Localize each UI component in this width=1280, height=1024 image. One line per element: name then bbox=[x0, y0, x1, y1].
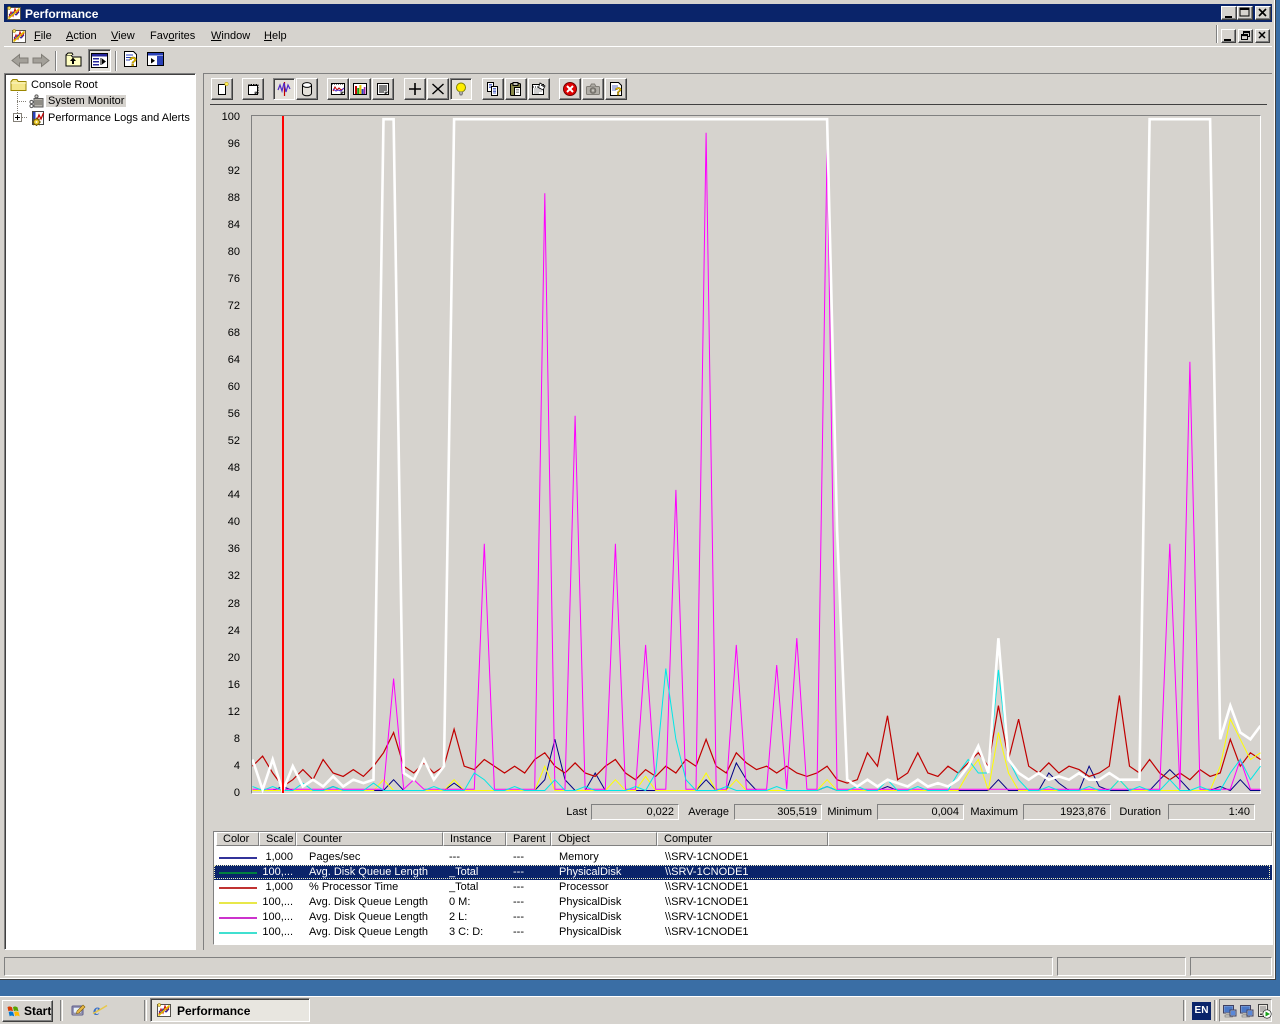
svg-text:?: ? bbox=[129, 54, 137, 69]
svg-text:?: ? bbox=[615, 86, 622, 97]
